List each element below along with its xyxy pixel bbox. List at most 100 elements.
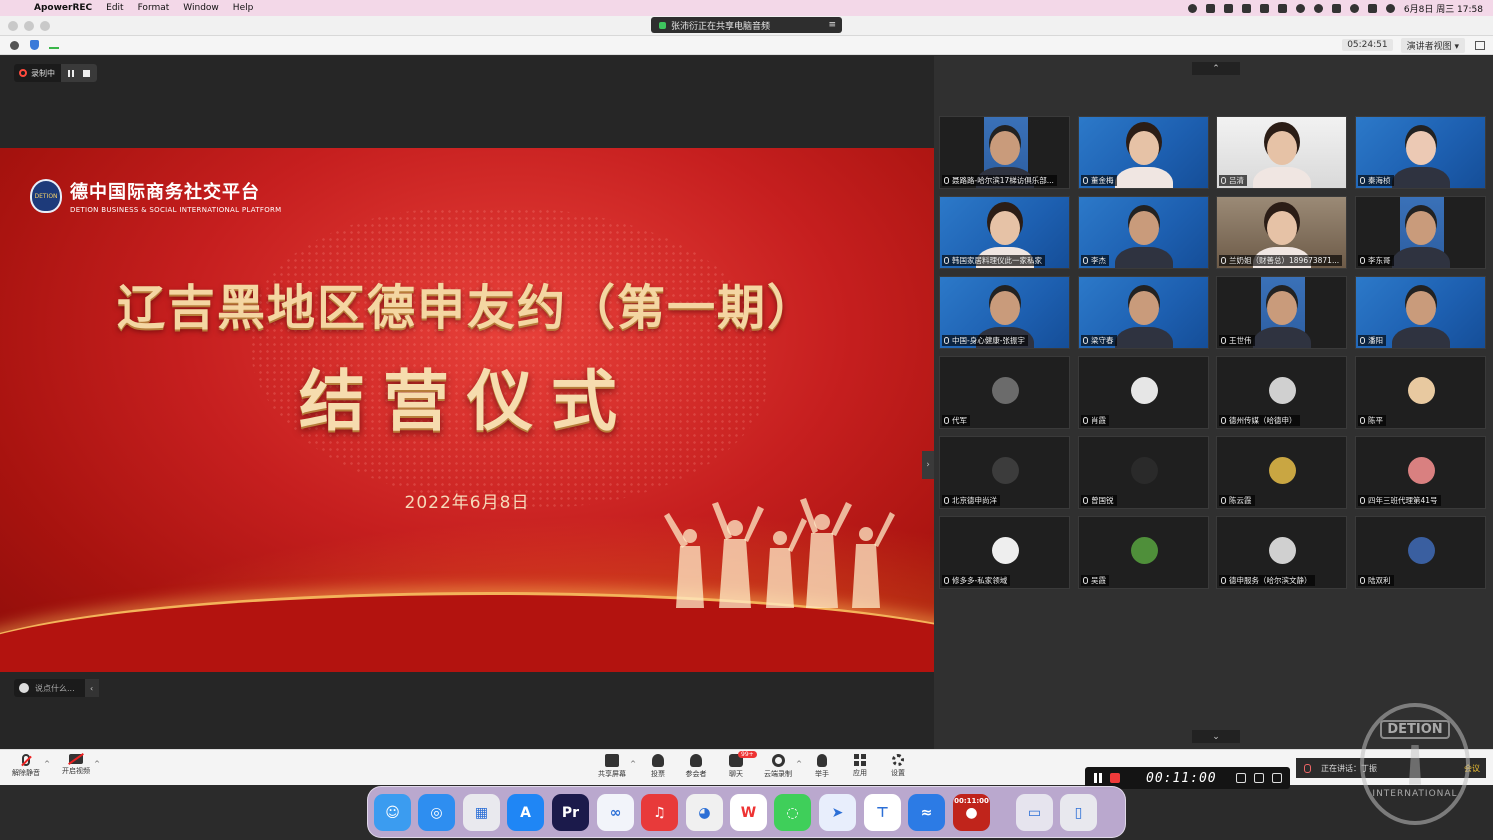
wifi-icon[interactable] [1295,3,1305,13]
participant-tile[interactable]: 韩国家居料理仪此一家私家 [939,196,1070,269]
tencent-meeting-app[interactable]: ⊤ [864,794,901,831]
status-icon[interactable] [1241,3,1251,13]
participant-tile[interactable]: 陆双利 [1355,516,1486,589]
participant-tile[interactable]: 曾国锐 [1078,436,1209,509]
start-video-button[interactable]: 开启视频 ^ [54,754,100,776]
stop-recording-icon[interactable] [83,69,90,77]
participants-button[interactable]: 参会者 [674,754,718,779]
chevron-down-icon[interactable]: ⌄ [1192,730,1240,743]
menu-window[interactable]: Window [183,3,219,13]
search-icon[interactable] [1349,3,1359,13]
bluetooth-icon[interactable] [1277,3,1287,13]
apowerrec-icon: ● [965,804,978,821]
baidu-netdisk-app[interactable]: ∞ [597,794,634,831]
info-icon[interactable] [10,40,19,50]
quick-chat-box[interactable]: 说点什么... ‹ [14,679,99,697]
fullscreen-icon[interactable] [1475,40,1485,50]
siri-icon[interactable] [1385,3,1395,13]
share-menu-icon[interactable]: ≡ [828,20,836,30]
participant-tile[interactable]: 代军 [939,356,1070,429]
participant-tile[interactable]: 修多多-私家领域 [939,516,1070,589]
menu-help[interactable]: Help [233,3,254,13]
trash-app[interactable]: ▯ [1060,794,1097,831]
apowerrec-app[interactable]: ● 00:11:00 [953,794,990,831]
menu-clock[interactable]: 6月8日 周三 17:58 [1404,2,1483,15]
menu-edit[interactable]: Edit [106,3,123,13]
chevron-right-icon[interactable]: › [922,451,934,479]
stop-icon[interactable] [1110,773,1120,783]
status-icon[interactable] [1205,3,1215,13]
launchpad-app[interactable]: ▦ [463,794,500,831]
participant-tile[interactable]: 李东哥 [1355,196,1486,269]
pause-icon[interactable] [1094,773,1102,783]
feishu-app[interactable]: ➤ [819,794,856,831]
signal-icon[interactable] [49,41,59,49]
participant-tile[interactable]: 中国-身心健康-张振宇 [939,276,1070,349]
qq-app[interactable]: ◕ [686,794,723,831]
shield-icon[interactable] [30,40,39,50]
emoji-icon[interactable] [19,683,29,693]
participant-tile[interactable]: 陈平 [1355,356,1486,429]
participant-name: 李东哥 [1358,255,1394,266]
unmute-button[interactable]: 解除静音 ^ [4,754,50,778]
settings-button[interactable]: 设置 [876,754,920,778]
participant-tile[interactable]: 潘阳 [1355,276,1486,349]
safari-app[interactable]: ◎ [418,794,455,831]
chat-button[interactable]: 99+ 聊天 [714,751,758,779]
participant-name-text: 曾国锐 [1091,496,1114,505]
camera-icon[interactable] [1236,773,1246,783]
record-button[interactable]: 云端录制 ^ [756,754,802,779]
netease-music-app[interactable]: ♫ [641,794,678,831]
pen-icon[interactable] [1254,773,1264,783]
minimize-icon[interactable] [24,21,34,31]
participant-tile[interactable]: 吕清 [1216,116,1347,189]
zoom-icon[interactable] [40,21,50,31]
status-icon[interactable] [1223,3,1233,13]
chevron-up-icon[interactable]: ^ [44,760,50,768]
close-icon[interactable] [8,21,18,31]
lark-app[interactable]: ≈ [908,794,945,831]
finder-app[interactable]: ☺ [374,794,411,831]
mic-icon [1360,497,1365,504]
window-icon[interactable] [1272,773,1282,783]
participant-tile[interactable]: 陈云霞 [1216,436,1347,509]
control-center-icon[interactable] [1367,3,1377,13]
wechat-app[interactable]: ◌ [774,794,811,831]
battery-icon[interactable] [1331,3,1341,13]
participant-name-text: 兰奶姐（财善总）189673871... [1229,256,1340,265]
view-mode-select[interactable]: 演讲者视图 ▾ [1400,37,1465,53]
chevron-left-icon[interactable]: ‹ [84,679,99,697]
participant-tile[interactable]: 四年三班代理第41号 [1355,436,1486,509]
menu-format[interactable]: Format [138,3,170,13]
participant-tile[interactable]: 肖霞 [1078,356,1209,429]
participant-tile[interactable]: 聂路路-哈尔滨17梯访俱乐部... [939,116,1070,189]
participant-tile[interactable]: 梁守春 [1078,276,1209,349]
pause-recording-icon[interactable] [68,69,74,77]
participant-tile[interactable]: 北京德申尚洋 [939,436,1070,509]
participant-tile[interactable]: 王世伟 [1216,276,1347,349]
status-icon[interactable] [1187,3,1197,13]
qq-icon: ◕ [698,804,711,821]
downloads-folder[interactable]: ▭ [1016,794,1053,831]
participant-tile[interactable]: 秦海桢 [1355,116,1486,189]
volume-icon[interactable] [1259,3,1269,13]
participant-name-text: 肖霞 [1091,416,1106,425]
app-store-app[interactable]: A [507,794,544,831]
participant-tile[interactable]: 吴霞 [1078,516,1209,589]
participant-tile[interactable]: 德申服务（哈尔滨文静） [1216,516,1347,589]
participant-tile[interactable]: 德州传媒（哈德申） [1216,356,1347,429]
wps-app[interactable]: W [730,794,767,831]
premiere-icon: Pr [561,804,580,821]
chevron-up-icon[interactable]: ^ [94,760,100,768]
chat-placeholder[interactable]: 说点什么... [35,683,75,694]
share-screen-button[interactable]: 共享屏幕 ^ [590,754,636,779]
chevron-up-icon[interactable]: ⌃ [1192,62,1240,75]
audio-share-banner[interactable]: 张沛衍正在共享电脑音频 ≡ [651,17,842,33]
detion-watermark-stamp: DETION INTERNATIONAL [1360,703,1470,825]
participant-tile[interactable]: 李杰 [1078,196,1209,269]
user-icon[interactable] [1313,3,1323,13]
menu-app-name[interactable]: ApowerREC [34,3,92,13]
participant-tile[interactable]: 董金梅 [1078,116,1209,189]
participant-tile[interactable]: 兰奶姐（财善总）189673871... [1216,196,1347,269]
premiere-app[interactable]: Pr [552,794,589,831]
